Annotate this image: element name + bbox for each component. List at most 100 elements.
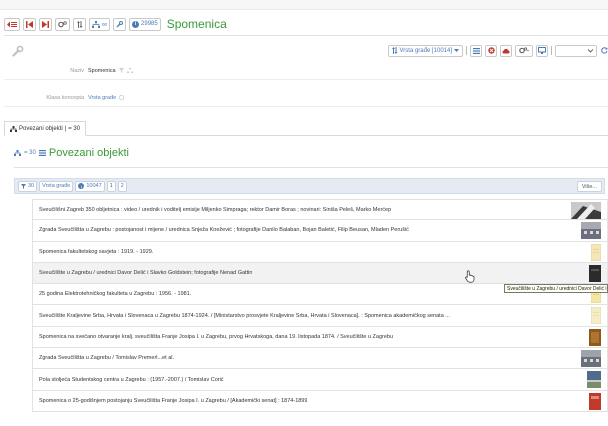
filter-icon — [21, 183, 26, 189]
hand-cursor-icon — [465, 270, 475, 283]
list-item-thumbnail[interactable] — [589, 264, 601, 282]
record-count-button[interactable]: i 29985 — [129, 17, 161, 31]
page-2-button[interactable]: 2 — [117, 180, 127, 192]
header-toolbar: 00 i 29985 Spomenica — [4, 17, 227, 31]
secondary-toolbar: Vrsta građe [10014] — [387, 44, 608, 57]
vrsta-grade-chip-label: Vrsta građe — [42, 183, 71, 189]
list-item-title[interactable]: Pola stoljeća Studentskog centra u Zagre… — [39, 377, 224, 383]
chevron-down-icon — [454, 48, 459, 52]
view-select[interactable] — [555, 44, 597, 57]
filter-icon[interactable] — [118, 67, 124, 75]
vrsta-grade-filter-button[interactable]: Vrsta građe [10014] — [387, 44, 463, 57]
wrench-button[interactable] — [113, 17, 127, 31]
property-label: Naziv — [70, 68, 84, 74]
page-1-label: 1 — [109, 183, 113, 189]
more-label: Više... — [581, 183, 597, 190]
info-icon[interactable] — [119, 94, 125, 102]
tab-povezani-objekti[interactable]: Povezani objekti | = 30 — [4, 121, 87, 136]
list-item-title[interactable]: Spomenica na svečano otvaranje kralj. sv… — [39, 334, 393, 340]
list-item-thumbnail[interactable] — [571, 202, 601, 219]
list-item-thumbnail[interactable] — [587, 371, 601, 389]
hierarchy-icon[interactable] — [126, 67, 133, 75]
property-label: Klasa koncepta — [46, 95, 84, 101]
list-item-title[interactable]: Zgrada Sveučilišta u Zagrebu : postojano… — [39, 227, 409, 233]
property-value-link[interactable]: Vrsta građe — [88, 95, 116, 101]
settings-dropdown-button[interactable] — [515, 44, 533, 57]
sort-icon — [76, 20, 82, 28]
delete-circle-icon — [487, 47, 495, 54]
list-item[interactable]: Pola stoljeća Studentskog centra u Zagre… — [32, 369, 608, 391]
list-item[interactable]: Sveučilište u Zagrebu / urednici Davor D… — [32, 262, 608, 285]
list-item-thumbnail[interactable] — [591, 307, 601, 325]
top-strip — [0, 0, 608, 10]
section-heading: = 30 Povezani objekti — [14, 147, 129, 159]
list-item-thumbnail[interactable] — [591, 243, 601, 261]
list-item[interactable]: Zgrada Sveučilišta u Zagrebu / Tomislav … — [32, 348, 608, 370]
gears-icon — [519, 47, 529, 54]
property-row-naziv: Naziv Spomenica — [4, 63, 608, 80]
list-item[interactable]: Spomenica o 25-godišnjem postojanju Sveu… — [32, 390, 608, 412]
info-icon: i — [132, 20, 140, 28]
section-divider — [14, 167, 608, 168]
last-record-button[interactable] — [39, 17, 52, 31]
back-list-icon — [7, 21, 17, 27]
monitor-icon — [538, 47, 546, 54]
list-item-thumbnail[interactable] — [581, 222, 601, 240]
display-button[interactable] — [536, 44, 548, 57]
hierarchy-icon — [10, 125, 17, 132]
info-icon: i — [78, 183, 85, 189]
section-title: Povezani objekti — [48, 147, 129, 159]
toolbar-separator — [466, 46, 467, 55]
count-chip[interactable]: i 10047 — [75, 180, 105, 192]
list-item-title[interactable]: Zgrada Sveučilišta u Zagrebu / Tomislav … — [39, 355, 174, 361]
tab-label: Povezani objekti — [19, 125, 63, 132]
list-view-button[interactable] — [470, 44, 482, 57]
list-item-title[interactable]: Spomenica fakultetskog savjeta : 1919. -… — [39, 249, 153, 255]
filter-count: 30 — [28, 183, 35, 189]
sort-icon — [391, 47, 398, 54]
list-item-thumbnail[interactable] — [589, 328, 601, 346]
toolbar-separator — [551, 46, 552, 55]
sort-button[interactable] — [73, 17, 86, 31]
list-item-title[interactable]: Sveučilište u Zagrebu / urednici Davor D… — [39, 270, 252, 276]
page-1-button[interactable]: 1 — [106, 180, 116, 192]
refresh-icon — [600, 47, 607, 54]
edit-wrench-icon[interactable] — [12, 45, 24, 57]
list-item-title[interactable]: 25 godina Elektrotehničkog fakulteta u Z… — [39, 291, 191, 297]
cloud-upload-icon — [502, 48, 510, 53]
list-item-thumbnail[interactable] — [589, 392, 601, 410]
settings-button[interactable] — [55, 17, 70, 31]
list-item-thumbnail[interactable] — [581, 350, 601, 368]
page-title: Spomenica — [166, 17, 227, 31]
list-item-title[interactable]: Spomenica o 25-godišnjem postojanju Sveu… — [39, 398, 307, 404]
title-divider — [4, 35, 608, 36]
list-item[interactable]: Sveučilište Kraljevine Srba, Hrvata i Sl… — [32, 305, 608, 327]
more-button[interactable]: Više... — [576, 181, 602, 192]
list-icon[interactable] — [38, 150, 46, 156]
list-item-title[interactable]: Sveučilište Kraljevine Srba, Hrvata i Sl… — [39, 313, 450, 319]
list-icon — [472, 47, 480, 54]
delete-button[interactable] — [485, 44, 497, 57]
vrsta-grade-chip[interactable]: Vrsta građe — [39, 180, 74, 192]
last-record-icon — [42, 20, 49, 28]
page-2-label: 2 — [120, 183, 124, 189]
first-record-button[interactable] — [23, 17, 36, 31]
list-item[interactable]: Zgrada Sveučilišta u Zagrebu : postojano… — [32, 220, 608, 242]
list-item-title[interactable]: Sveučilišni Zagreb 350 obljetnica : vide… — [39, 207, 391, 213]
filter-count-chip[interactable]: 30 — [18, 180, 38, 192]
refresh-button[interactable] — [600, 45, 608, 57]
hierarchy-button[interactable]: 00 — [89, 17, 111, 31]
back-list-button[interactable] — [4, 17, 20, 31]
list-item[interactable]: Sveučilišni Zagreb 350 obljetnica : vide… — [32, 199, 608, 221]
hierarchy-label: 00 — [102, 21, 108, 27]
list-item[interactable]: Spomenica na svečano otvaranje kralj. sv… — [32, 326, 608, 349]
filter-bar: 30 Vrsta građe i 10047 1 2 Više... — [14, 178, 605, 194]
gears-icon — [58, 20, 67, 27]
hierarchy-icon — [14, 150, 21, 156]
property-value: Spomenica — [88, 68, 116, 74]
list-item[interactable]: Spomenica fakultetskog savjeta : 1919. -… — [32, 241, 608, 263]
wrench-icon — [116, 20, 124, 27]
first-record-icon — [26, 20, 33, 28]
property-row-klasa: Klasa koncepta Vrsta građe — [4, 90, 608, 107]
upload-button[interactable] — [500, 44, 512, 57]
